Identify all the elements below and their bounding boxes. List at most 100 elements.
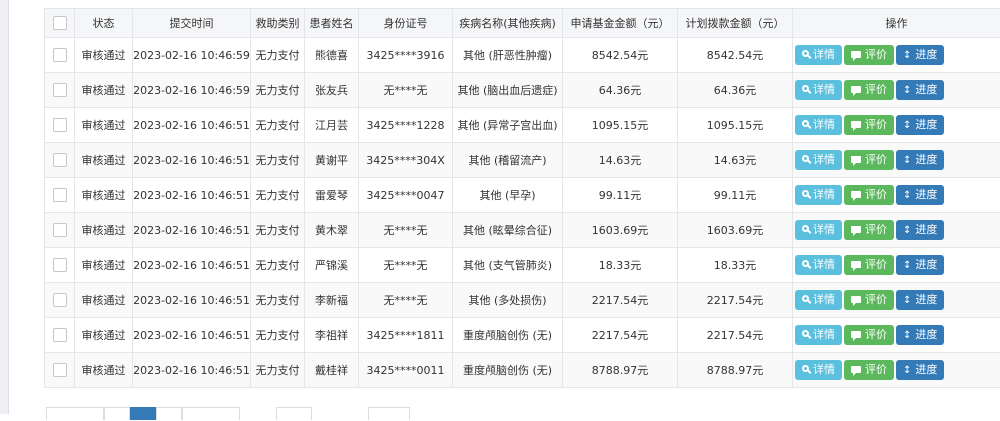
row-select-cell[interactable] xyxy=(45,38,75,73)
header-id-number[interactable]: 身份证号 xyxy=(359,9,453,38)
row-select-cell[interactable] xyxy=(45,248,75,283)
comment-icon xyxy=(851,366,861,373)
select-all-checkbox[interactable] xyxy=(53,16,67,30)
table-row: 审核通过2023-02-16 10:46:51无力支付戴桂祥3425****00… xyxy=(45,353,1000,388)
progress-button[interactable]: ↕进度 xyxy=(896,325,944,345)
header-status[interactable]: 状态 xyxy=(75,9,133,38)
row-checkbox[interactable] xyxy=(53,363,67,377)
rate-button[interactable]: 评价 xyxy=(844,220,894,240)
cell-apply-amount: 2217.54元 xyxy=(563,283,678,318)
row-checkbox[interactable] xyxy=(53,118,67,132)
rate-button[interactable]: 评价 xyxy=(844,80,894,100)
cell-patient-name: 雷爱琴 xyxy=(305,178,359,213)
header-apply-amount[interactable]: 申请基金金额（元） xyxy=(563,9,678,38)
sort-icon: ↕ xyxy=(903,116,911,136)
rate-button[interactable]: 评价 xyxy=(844,325,894,345)
cell-patient-name: 李新福 xyxy=(305,283,359,318)
cell-disease: 其他 (肝恶性肿瘤) xyxy=(453,38,563,73)
row-checkbox[interactable] xyxy=(53,48,67,62)
sort-icon: ↕ xyxy=(903,81,911,101)
detail-button[interactable]: 详情 xyxy=(795,220,842,240)
sort-icon: ↕ xyxy=(903,46,911,66)
row-checkbox[interactable] xyxy=(53,293,67,307)
row-select-cell[interactable] xyxy=(45,213,75,248)
row-checkbox[interactable] xyxy=(53,83,67,97)
progress-button[interactable]: ↕进度 xyxy=(896,150,944,170)
header-disease[interactable]: 疾病名称(其他疾病) xyxy=(453,9,563,38)
select-all-cell[interactable] xyxy=(45,9,75,38)
detail-button[interactable]: 详情 xyxy=(795,150,842,170)
detail-button-label: 详情 xyxy=(813,223,835,236)
sort-icon: ↕ xyxy=(903,221,911,241)
header-plan-amount[interactable]: 计划拨款金额（元） xyxy=(678,9,793,38)
row-select-cell[interactable] xyxy=(45,108,75,143)
progress-button[interactable]: ↕进度 xyxy=(896,255,944,275)
cell-plan-amount: 1603.69元 xyxy=(678,213,793,248)
cell-status: 审核通过 xyxy=(75,283,133,318)
row-select-cell[interactable] xyxy=(45,318,75,353)
cell-submit-time: 2023-02-16 10:46:51 xyxy=(133,353,251,388)
cell-status: 审核通过 xyxy=(75,73,133,108)
cell-submit-time: 2023-02-16 10:46:51 xyxy=(133,248,251,283)
progress-button[interactable]: ↕进度 xyxy=(896,45,944,65)
table-row: 审核通过2023-02-16 10:46:51无力支付雷爱琴3425****00… xyxy=(45,178,1000,213)
comment-icon xyxy=(851,296,861,303)
detail-button[interactable]: 详情 xyxy=(795,360,842,380)
rate-button[interactable]: 评价 xyxy=(844,115,894,135)
cell-actions: 详情评价↕进度 xyxy=(793,318,1000,353)
row-checkbox[interactable] xyxy=(53,258,67,272)
rate-button[interactable]: 评价 xyxy=(844,360,894,380)
cell-id-number: 3425****1811 xyxy=(359,318,453,353)
cell-disease: 其他 (眩晕综合征) xyxy=(453,213,563,248)
row-select-cell[interactable] xyxy=(45,178,75,213)
search-icon xyxy=(802,155,809,162)
sort-icon: ↕ xyxy=(903,151,911,171)
progress-button[interactable]: ↕进度 xyxy=(896,80,944,100)
row-checkbox[interactable] xyxy=(53,223,67,237)
progress-button[interactable]: ↕进度 xyxy=(896,290,944,310)
rate-button[interactable]: 评价 xyxy=(844,185,894,205)
header-aid-type[interactable]: 救助类别 xyxy=(251,9,305,38)
rate-button-label: 评价 xyxy=(865,223,887,236)
rate-button[interactable]: 评价 xyxy=(844,255,894,275)
header-submit-time[interactable]: 提交时间 xyxy=(133,9,251,38)
cell-submit-time: 2023-02-16 10:46:51 xyxy=(133,283,251,318)
progress-button[interactable]: ↕进度 xyxy=(896,220,944,240)
detail-button[interactable]: 详情 xyxy=(795,290,842,310)
progress-button[interactable]: ↕进度 xyxy=(896,360,944,380)
detail-button[interactable]: 详情 xyxy=(795,45,842,65)
records-table: 状态 提交时间 救助类别 患者姓名 身份证号 疾病名称(其他疾病) 申请基金金额… xyxy=(44,8,1000,388)
row-select-cell[interactable] xyxy=(45,143,75,178)
cell-id-number: 3425****0047 xyxy=(359,178,453,213)
progress-button[interactable]: ↕进度 xyxy=(896,185,944,205)
cell-id-number: 无****无 xyxy=(359,248,453,283)
cell-id-number: 无****无 xyxy=(359,213,453,248)
row-checkbox[interactable] xyxy=(53,153,67,167)
rate-button[interactable]: 评价 xyxy=(844,45,894,65)
row-select-cell[interactable] xyxy=(45,353,75,388)
cell-status: 审核通过 xyxy=(75,318,133,353)
cell-disease: 其他 (早孕) xyxy=(453,178,563,213)
rate-button[interactable]: 评价 xyxy=(844,290,894,310)
row-checkbox[interactable] xyxy=(53,188,67,202)
detail-button[interactable]: 详情 xyxy=(795,80,842,100)
cell-actions: 详情评价↕进度 xyxy=(793,248,1000,283)
detail-button[interactable]: 详情 xyxy=(795,255,842,275)
progress-button[interactable]: ↕进度 xyxy=(896,115,944,135)
row-select-cell[interactable] xyxy=(45,283,75,318)
cell-submit-time: 2023-02-16 10:46:59 xyxy=(133,38,251,73)
detail-button[interactable]: 详情 xyxy=(795,185,842,205)
row-checkbox[interactable] xyxy=(53,328,67,342)
sort-icon: ↕ xyxy=(903,326,911,346)
header-patient-name[interactable]: 患者姓名 xyxy=(305,9,359,38)
detail-button[interactable]: 详情 xyxy=(795,325,842,345)
rate-button[interactable]: 评价 xyxy=(844,150,894,170)
row-select-cell[interactable] xyxy=(45,73,75,108)
cell-actions: 详情 评价 ↕进度 xyxy=(793,213,1000,248)
detail-button[interactable]: 详情 xyxy=(795,115,842,135)
cell-disease: 重度颅脑创伤 (无) xyxy=(453,318,563,353)
progress-button-label: 进度 xyxy=(915,363,937,376)
table-row: 审核通过2023-02-16 10:46:59无力支付熊德喜3425****39… xyxy=(45,38,1000,73)
cell-disease: 其他 (支气管肺炎) xyxy=(453,248,563,283)
cell-submit-time: 2023-02-16 10:46:51 xyxy=(133,178,251,213)
